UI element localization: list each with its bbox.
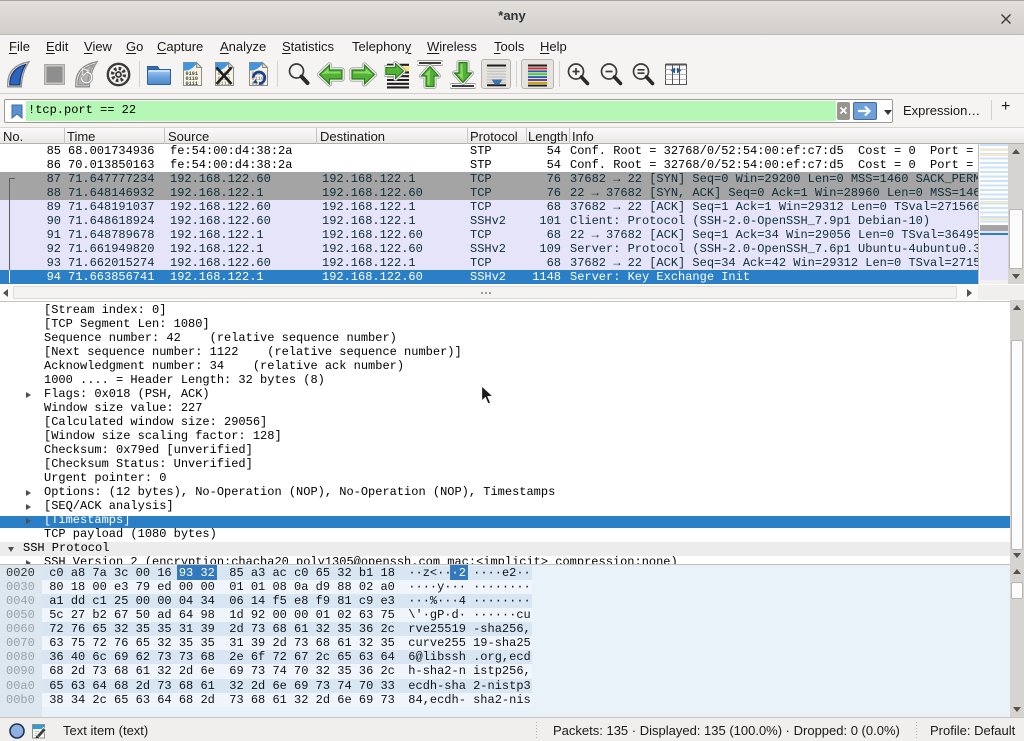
svg-text:0111: 0111 (186, 81, 198, 87)
